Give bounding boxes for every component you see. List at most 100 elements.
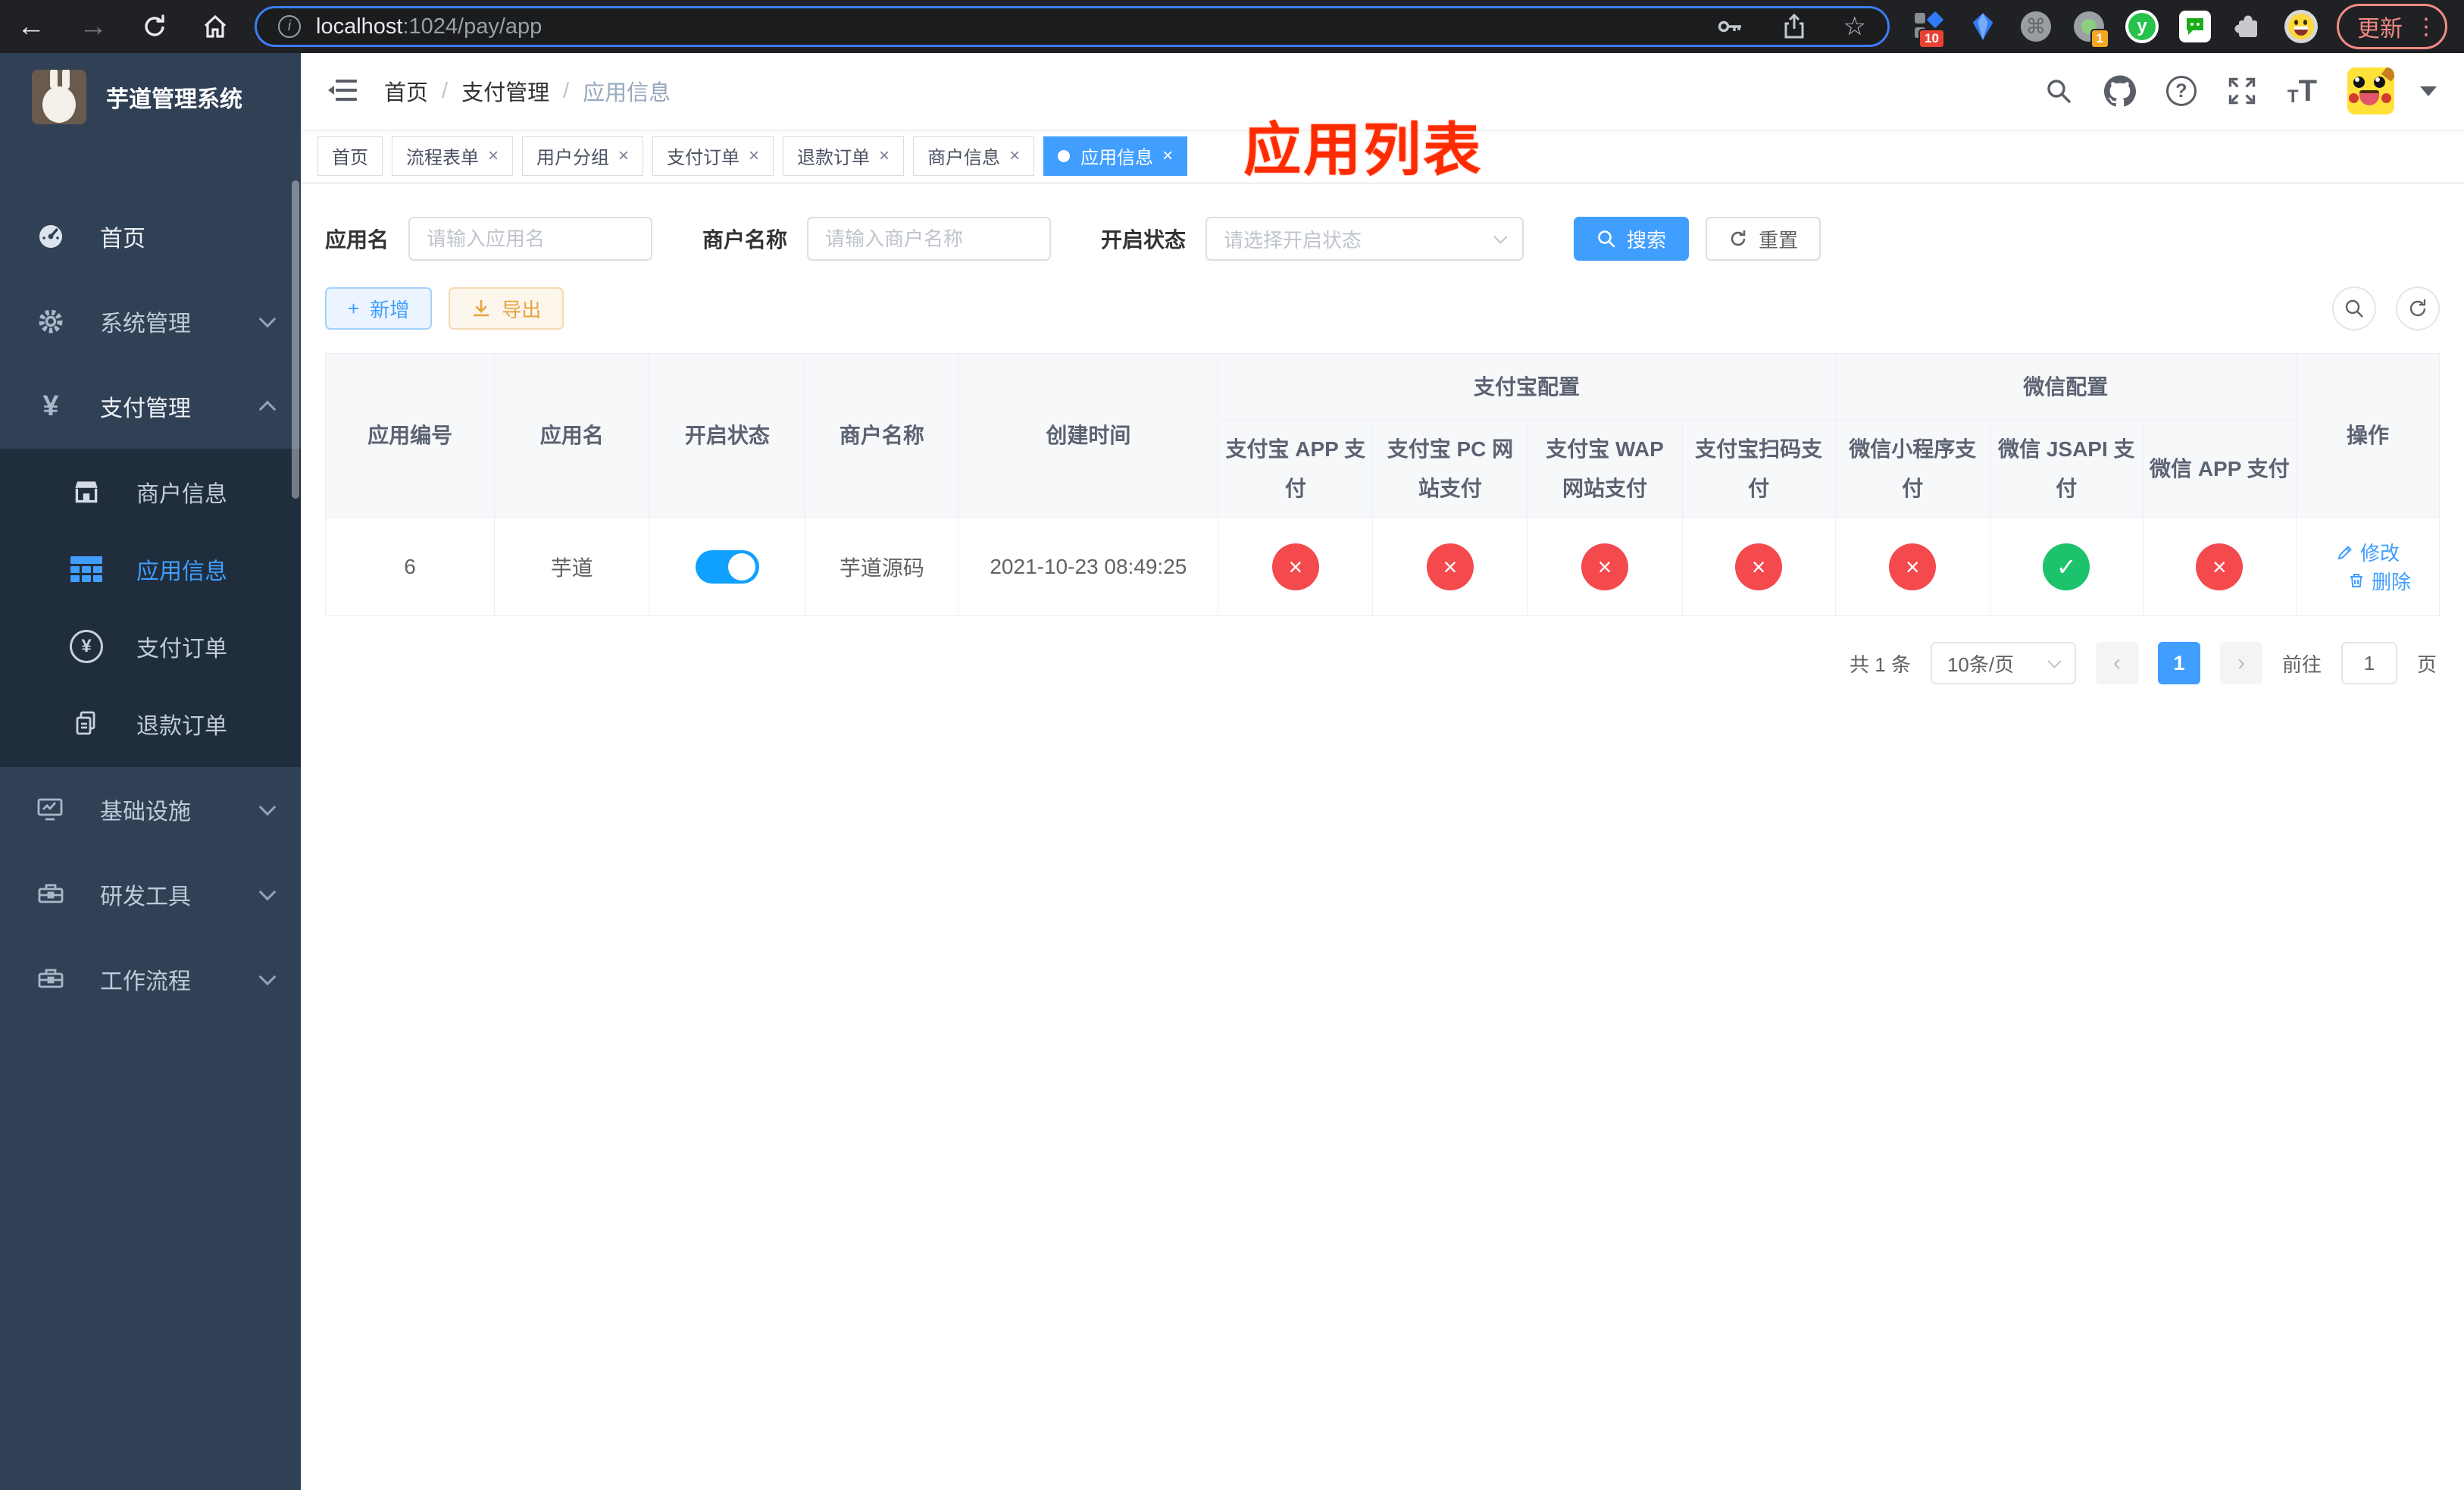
close-icon[interactable]: × <box>879 146 890 167</box>
extension-chat-icon[interactable] <box>2178 9 2212 44</box>
font-size-icon[interactable]: TT <box>2287 76 2317 106</box>
url-bar[interactable]: i localhost:1024/pay/app ☆ <box>255 6 1890 47</box>
prev-page-button[interactable]: ‹ <box>2095 642 2138 684</box>
sidebar-item-refund-orders[interactable]: 退款订单 <box>0 685 301 762</box>
user-menu-caret-icon[interactable] <box>2420 86 2437 96</box>
goto-label: 前往 <box>2281 653 2322 676</box>
next-page-button[interactable]: › <box>2219 642 2262 684</box>
sidebar-item-infrastructure[interactable]: 基础设施 <box>0 767 301 852</box>
url-text: localhost:1024/pay/app <box>316 14 543 39</box>
tab-app-info[interactable]: 应用信息 × <box>1043 136 1188 176</box>
browser-menu-kebab-icon[interactable]: ⋮ <box>2415 14 2437 40</box>
toolbox-icon <box>35 879 67 909</box>
close-icon[interactable]: × <box>1009 146 1020 167</box>
group-alipay-config: 支付宝配置 <box>1218 353 1836 421</box>
gear-icon <box>35 306 67 337</box>
table-row: 6 芋道 芋道源码 2021-10-23 08:49:25 × × × × × <box>324 517 2441 616</box>
sidebar-scrollbar[interactable] <box>292 180 299 499</box>
fullscreen-icon[interactable] <box>2227 76 2257 106</box>
delete-link[interactable]: 删除 <box>2347 567 2411 595</box>
plus-icon: + <box>348 296 360 320</box>
sidebar-item-merchant-info[interactable]: 商户信息 <box>0 453 301 531</box>
tab-pay-orders[interactable]: 支付订单 × <box>652 136 774 176</box>
alipay-qr-status-icon: × <box>1735 543 1783 590</box>
extension-badge: 1 <box>2090 29 2109 49</box>
help-icon[interactable]: ? <box>2165 76 2197 106</box>
tab-process-form[interactable]: 流程表单 × <box>392 136 514 176</box>
page-size-select[interactable]: 10条/页 <box>1930 642 2076 684</box>
sidebar-item-dev-tools[interactable]: 研发工具 <box>0 852 301 937</box>
refresh-table-button[interactable] <box>2396 286 2440 330</box>
col-wx-jsapi: 微信 JSAPI 支付 <box>1989 420 2143 518</box>
extensions-puzzle-icon[interactable] <box>2231 9 2265 44</box>
extension-profile-icon[interactable]: 1 <box>2072 9 2109 49</box>
site-info-icon[interactable]: i <box>278 15 301 38</box>
sidebar-item-app-info[interactable]: 应用信息 <box>0 531 301 608</box>
bookmark-star-icon[interactable]: ☆ <box>1843 11 1866 42</box>
alipay-wap-status-icon: × <box>1581 543 1629 590</box>
close-icon[interactable]: × <box>749 146 759 167</box>
sidebar-item-system[interactable]: 系统管理 <box>0 279 301 364</box>
tab-refund-orders[interactable]: 退款订单 × <box>783 136 905 176</box>
breadcrumb-separator: / <box>442 78 449 103</box>
col-wx-app: 微信 APP 支付 <box>2142 420 2297 518</box>
share-icon[interactable] <box>1780 12 1809 41</box>
breadcrumb-payment[interactable]: 支付管理 <box>461 75 549 107</box>
chevron-down-icon <box>258 798 277 816</box>
close-icon[interactable]: × <box>488 146 499 167</box>
user-avatar[interactable] <box>2347 67 2394 114</box>
sidebar-item-workflow[interactable]: 工作流程 <box>0 937 301 1022</box>
breadcrumb-home[interactable]: 首页 <box>384 75 428 107</box>
payment-submenu: 商户信息 应用信息 ¥ 支付订单 退款订单 <box>0 449 301 767</box>
extension-composite-icon[interactable]: 10 <box>1912 9 1947 49</box>
sidebar-menu: 首页 系统管理 ¥ 支付管理 商户信息 应用信息 ¥ 支付订单 退款订单 基础设… <box>0 194 301 1022</box>
tab-home[interactable]: 首页 <box>317 136 383 176</box>
sidebar-collapse-icon[interactable] <box>328 78 358 104</box>
sidebar-logo[interactable]: 芋道管理系统 <box>0 53 301 141</box>
app-name-input[interactable] <box>408 217 653 261</box>
sidebar-item-label: 商户信息 <box>136 482 227 507</box>
status-toggle[interactable] <box>695 549 759 584</box>
page-number-1[interactable]: 1 <box>2157 642 2200 684</box>
extension-balloon-icon[interactable] <box>1965 9 2000 44</box>
alipay-pc-status-icon: × <box>1426 543 1474 590</box>
add-button[interactable]: + 新增 <box>325 287 433 330</box>
back-icon[interactable]: ← <box>17 12 45 41</box>
sidebar-item-pay-orders[interactable]: ¥ 支付订单 <box>0 608 301 685</box>
extension-command-icon[interactable]: ⌘ <box>2018 9 2053 44</box>
home-icon[interactable] <box>202 13 229 40</box>
goto-page-input[interactable] <box>2340 642 2397 684</box>
breadcrumb-current: 应用信息 <box>583 81 671 105</box>
search-button[interactable]: 搜索 <box>1574 217 1690 261</box>
sidebar: 芋道管理系统 首页 系统管理 ¥ 支付管理 商户信息 应用信息 ¥ 支付订单 退… <box>0 53 301 1490</box>
sidebar-item-home[interactable]: 首页 <box>0 194 301 279</box>
app-logo-image <box>32 70 86 124</box>
chevron-down-icon <box>258 968 277 986</box>
browser-profile-avatar[interactable] <box>2284 9 2319 44</box>
close-icon[interactable]: × <box>618 146 629 167</box>
tab-user-group[interactable]: 用户分组 × <box>522 136 644 176</box>
tab-merchant-info[interactable]: 商户信息 × <box>913 136 1035 176</box>
reset-button[interactable]: 重置 <box>1706 217 1821 261</box>
toggle-search-button[interactable] <box>2332 286 2376 330</box>
browser-update-button[interactable]: 更新 ⋮ <box>2337 4 2447 49</box>
close-icon[interactable]: × <box>1162 146 1173 167</box>
header-search-icon[interactable] <box>2043 76 2074 106</box>
col-alipay-pc: 支付宝 PC 网站支付 <box>1372 420 1528 518</box>
extension-y-icon[interactable]: y <box>2125 9 2159 44</box>
sidebar-item-payment[interactable]: ¥ 支付管理 <box>0 364 301 449</box>
github-icon[interactable] <box>2103 75 2136 107</box>
export-button[interactable]: 导出 <box>449 287 564 330</box>
password-key-icon[interactable] <box>1716 12 1745 41</box>
sidebar-item-label: 系统管理 <box>100 311 191 337</box>
status-select[interactable]: 请选择开启状态 <box>1205 217 1524 261</box>
edit-link[interactable]: 修改 <box>2336 538 2400 566</box>
forward-icon[interactable]: → <box>79 12 108 41</box>
sidebar-item-label: 应用信息 <box>136 559 227 584</box>
alipay-app-status-icon: × <box>1271 543 1319 590</box>
reload-icon[interactable] <box>141 13 168 40</box>
app-title: 芋道管理系统 <box>106 87 242 112</box>
col-alipay-app: 支付宝 APP 支付 <box>1218 420 1374 518</box>
yen-icon: ¥ <box>42 390 59 422</box>
merchant-name-input[interactable] <box>807 217 1052 261</box>
